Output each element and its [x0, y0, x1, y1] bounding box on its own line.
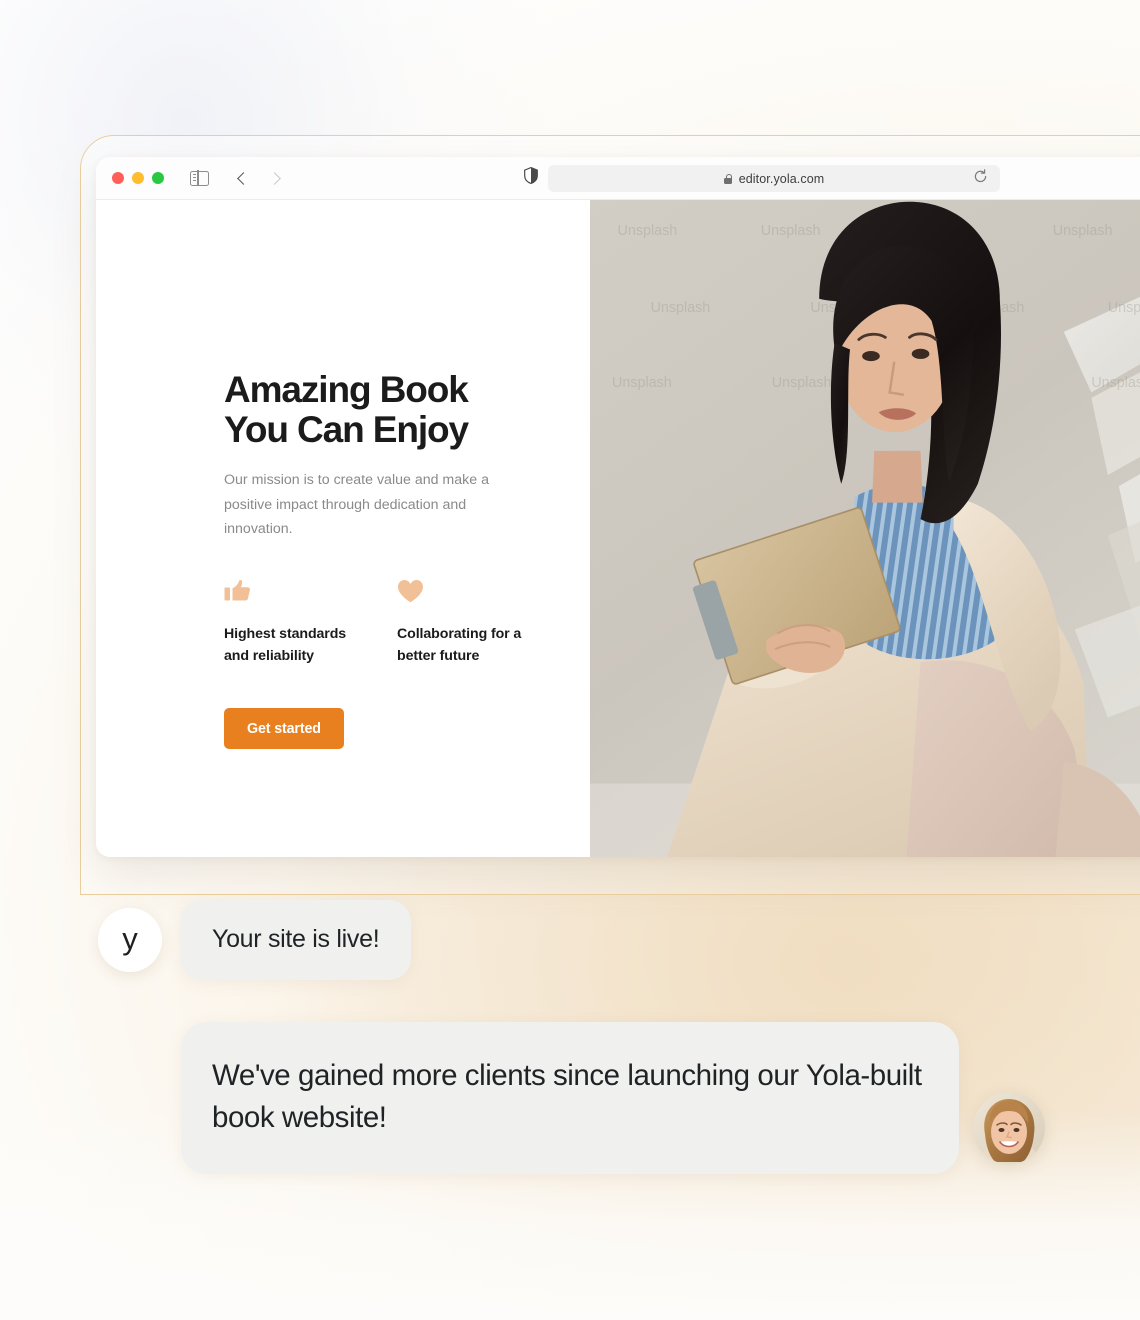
hero-copy: Amazing Book You Can Enjoy Our mission i…: [224, 369, 524, 750]
chat-row-brand: y Your site is live!: [98, 900, 412, 980]
customer-avatar: [973, 1092, 1045, 1164]
svg-text:Unsplash: Unsplash: [772, 375, 832, 391]
browser-window: editor.yola.com Amazing Book You Can Enj…: [96, 157, 1140, 857]
lock-icon: [723, 173, 732, 184]
feature-list: Highest standards and reliability Collab…: [224, 579, 524, 667]
feature-item-standards: Highest standards and reliability: [224, 579, 351, 667]
svg-text:Unsplash: Unsplash: [1091, 375, 1140, 391]
hero-image-panel: Unsplash Unsplash Unsplash Unsplash Unsplas…: [590, 200, 1140, 857]
page-title: Amazing Book You Can Enjoy: [224, 369, 469, 450]
svg-text:Unsplash: Unsplash: [761, 223, 821, 239]
chevron-right-icon: [268, 171, 281, 185]
url-text: editor.yola.com: [738, 171, 825, 186]
brand-avatar: y: [98, 908, 162, 972]
customer-avatar-illustration: [973, 1092, 1045, 1164]
forward-button[interactable]: [268, 171, 281, 185]
heart-icon: [398, 580, 423, 603]
site-preview: Amazing Book You Can Enjoy Our mission i…: [96, 200, 1140, 857]
feature-label: Highest standards and reliability: [224, 626, 347, 664]
thumbs-up-icon-wrap: [224, 579, 351, 607]
reload-button[interactable]: [973, 168, 988, 189]
address-bar[interactable]: editor.yola.com: [548, 165, 1000, 192]
maximize-window-button[interactable]: [152, 172, 164, 184]
minimize-window-button[interactable]: [132, 172, 144, 184]
feature-label: Collaborating for a better future: [397, 626, 522, 664]
hero-text-panel: Amazing Book You Can Enjoy Our mission i…: [96, 200, 590, 857]
reload-icon: [974, 168, 987, 182]
feature-item-collaborating: Collaborating for a better future: [397, 579, 524, 667]
chevron-left-icon: [237, 171, 250, 185]
chat-bubble-site-live: Your site is live!: [180, 900, 412, 980]
close-window-button[interactable]: [112, 172, 124, 184]
privacy-shield-button[interactable]: [524, 166, 538, 189]
hero-subcopy: Our mission is to create value and make …: [224, 472, 489, 537]
svg-text:Unsplash: Unsplash: [618, 223, 678, 239]
privacy-shield-icon: [524, 166, 538, 185]
thumbs-up-icon: [224, 580, 250, 601]
hero-photo: Unsplash Unsplash Unsplash Unsplash Unsplas…: [590, 200, 1140, 857]
back-button[interactable]: [237, 171, 250, 185]
svg-text:Unsplash: Unsplash: [1108, 300, 1140, 316]
svg-text:Unsplash: Unsplash: [612, 375, 672, 391]
heart-icon-wrap: [397, 579, 524, 607]
sidebar-toggle-icon: [190, 169, 209, 187]
svg-text:Unsplash: Unsplash: [1053, 223, 1113, 239]
get-started-button[interactable]: Get started: [224, 708, 344, 750]
window-controls: [112, 172, 164, 184]
navigation-buttons: [237, 171, 281, 185]
sidebar-toggle-button[interactable]: [190, 169, 209, 187]
browser-toolbar: editor.yola.com: [96, 157, 1140, 200]
svg-text:Unsplash: Unsplash: [651, 300, 711, 316]
hero-photo-illustration: Unsplash Unsplash Unsplash Unsplash Unsplas…: [590, 200, 1140, 857]
chat-bubble-testimonial: We've gained more clients since launchin…: [181, 1022, 959, 1175]
